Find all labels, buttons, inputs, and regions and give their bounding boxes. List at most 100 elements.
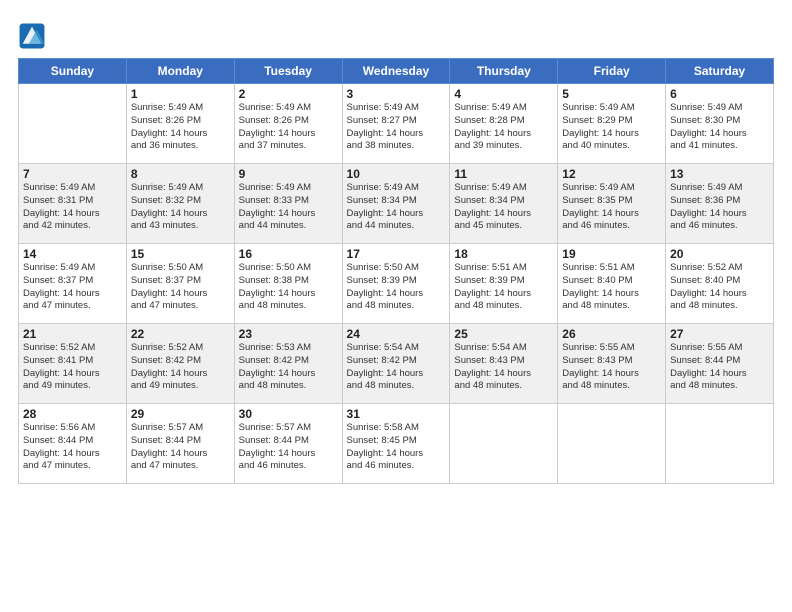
day-info: Sunrise: 5:57 AMSunset: 8:44 PMDaylight:… xyxy=(131,422,230,473)
calendar-day-cell: 16Sunrise: 5:50 AMSunset: 8:38 PMDayligh… xyxy=(234,244,342,324)
day-number: 24 xyxy=(347,327,446,341)
calendar-day-cell: 26Sunrise: 5:55 AMSunset: 8:43 PMDayligh… xyxy=(558,324,666,404)
calendar-day-cell: 3Sunrise: 5:49 AMSunset: 8:27 PMDaylight… xyxy=(342,84,450,164)
day-info: Sunrise: 5:49 AMSunset: 8:27 PMDaylight:… xyxy=(347,102,446,153)
day-number: 20 xyxy=(670,247,769,261)
calendar-week-row: 1Sunrise: 5:49 AMSunset: 8:26 PMDaylight… xyxy=(19,84,774,164)
weekday-header-cell: Tuesday xyxy=(234,59,342,84)
calendar-day-cell: 8Sunrise: 5:49 AMSunset: 8:32 PMDaylight… xyxy=(126,164,234,244)
day-info: Sunrise: 5:49 AMSunset: 8:26 PMDaylight:… xyxy=(131,102,230,153)
calendar-day-cell: 19Sunrise: 5:51 AMSunset: 8:40 PMDayligh… xyxy=(558,244,666,324)
day-number: 30 xyxy=(239,407,338,421)
day-number: 3 xyxy=(347,87,446,101)
day-info: Sunrise: 5:55 AMSunset: 8:43 PMDaylight:… xyxy=(562,342,661,393)
day-info: Sunrise: 5:51 AMSunset: 8:39 PMDaylight:… xyxy=(454,262,553,313)
header xyxy=(18,18,774,50)
day-info: Sunrise: 5:58 AMSunset: 8:45 PMDaylight:… xyxy=(347,422,446,473)
day-info: Sunrise: 5:49 AMSunset: 8:32 PMDaylight:… xyxy=(131,182,230,233)
calendar-week-row: 7Sunrise: 5:49 AMSunset: 8:31 PMDaylight… xyxy=(19,164,774,244)
day-info: Sunrise: 5:54 AMSunset: 8:43 PMDaylight:… xyxy=(454,342,553,393)
day-info: Sunrise: 5:50 AMSunset: 8:39 PMDaylight:… xyxy=(347,262,446,313)
day-number: 2 xyxy=(239,87,338,101)
calendar-day-cell: 25Sunrise: 5:54 AMSunset: 8:43 PMDayligh… xyxy=(450,324,558,404)
day-info: Sunrise: 5:49 AMSunset: 8:28 PMDaylight:… xyxy=(454,102,553,153)
weekday-header-cell: Wednesday xyxy=(342,59,450,84)
calendar-day-cell: 21Sunrise: 5:52 AMSunset: 8:41 PMDayligh… xyxy=(19,324,127,404)
calendar-day-cell: 1Sunrise: 5:49 AMSunset: 8:26 PMDaylight… xyxy=(126,84,234,164)
day-info: Sunrise: 5:56 AMSunset: 8:44 PMDaylight:… xyxy=(23,422,122,473)
calendar-day-cell: 14Sunrise: 5:49 AMSunset: 8:37 PMDayligh… xyxy=(19,244,127,324)
day-number: 10 xyxy=(347,167,446,181)
page: SundayMondayTuesdayWednesdayThursdayFrid… xyxy=(0,0,792,612)
calendar-week-row: 14Sunrise: 5:49 AMSunset: 8:37 PMDayligh… xyxy=(19,244,774,324)
calendar-day-cell: 30Sunrise: 5:57 AMSunset: 8:44 PMDayligh… xyxy=(234,404,342,484)
calendar-empty-cell xyxy=(666,404,774,484)
day-number: 4 xyxy=(454,87,553,101)
day-info: Sunrise: 5:54 AMSunset: 8:42 PMDaylight:… xyxy=(347,342,446,393)
day-number: 22 xyxy=(131,327,230,341)
day-info: Sunrise: 5:49 AMSunset: 8:36 PMDaylight:… xyxy=(670,182,769,233)
day-info: Sunrise: 5:52 AMSunset: 8:41 PMDaylight:… xyxy=(23,342,122,393)
day-number: 26 xyxy=(562,327,661,341)
weekday-header-cell: Monday xyxy=(126,59,234,84)
day-number: 13 xyxy=(670,167,769,181)
day-number: 23 xyxy=(239,327,338,341)
day-number: 8 xyxy=(131,167,230,181)
day-info: Sunrise: 5:49 AMSunset: 8:30 PMDaylight:… xyxy=(670,102,769,153)
day-info: Sunrise: 5:52 AMSunset: 8:40 PMDaylight:… xyxy=(670,262,769,313)
calendar-day-cell: 12Sunrise: 5:49 AMSunset: 8:35 PMDayligh… xyxy=(558,164,666,244)
calendar-day-cell: 2Sunrise: 5:49 AMSunset: 8:26 PMDaylight… xyxy=(234,84,342,164)
calendar-day-cell: 29Sunrise: 5:57 AMSunset: 8:44 PMDayligh… xyxy=(126,404,234,484)
calendar-day-cell: 18Sunrise: 5:51 AMSunset: 8:39 PMDayligh… xyxy=(450,244,558,324)
weekday-header-cell: Thursday xyxy=(450,59,558,84)
calendar-day-cell: 11Sunrise: 5:49 AMSunset: 8:34 PMDayligh… xyxy=(450,164,558,244)
day-number: 9 xyxy=(239,167,338,181)
calendar-day-cell: 4Sunrise: 5:49 AMSunset: 8:28 PMDaylight… xyxy=(450,84,558,164)
day-number: 14 xyxy=(23,247,122,261)
day-number: 19 xyxy=(562,247,661,261)
calendar-day-cell: 20Sunrise: 5:52 AMSunset: 8:40 PMDayligh… xyxy=(666,244,774,324)
day-info: Sunrise: 5:49 AMSunset: 8:26 PMDaylight:… xyxy=(239,102,338,153)
day-info: Sunrise: 5:49 AMSunset: 8:31 PMDaylight:… xyxy=(23,182,122,233)
day-number: 27 xyxy=(670,327,769,341)
day-info: Sunrise: 5:49 AMSunset: 8:29 PMDaylight:… xyxy=(562,102,661,153)
day-number: 5 xyxy=(562,87,661,101)
calendar-empty-cell xyxy=(558,404,666,484)
day-info: Sunrise: 5:49 AMSunset: 8:35 PMDaylight:… xyxy=(562,182,661,233)
day-number: 7 xyxy=(23,167,122,181)
day-info: Sunrise: 5:49 AMSunset: 8:37 PMDaylight:… xyxy=(23,262,122,313)
day-number: 11 xyxy=(454,167,553,181)
logo xyxy=(18,22,50,50)
calendar-day-cell: 24Sunrise: 5:54 AMSunset: 8:42 PMDayligh… xyxy=(342,324,450,404)
day-number: 1 xyxy=(131,87,230,101)
logo-icon xyxy=(18,22,46,50)
day-number: 15 xyxy=(131,247,230,261)
day-number: 16 xyxy=(239,247,338,261)
day-number: 29 xyxy=(131,407,230,421)
calendar-week-row: 28Sunrise: 5:56 AMSunset: 8:44 PMDayligh… xyxy=(19,404,774,484)
day-info: Sunrise: 5:52 AMSunset: 8:42 PMDaylight:… xyxy=(131,342,230,393)
day-number: 21 xyxy=(23,327,122,341)
day-info: Sunrise: 5:49 AMSunset: 8:34 PMDaylight:… xyxy=(454,182,553,233)
calendar-day-cell: 17Sunrise: 5:50 AMSunset: 8:39 PMDayligh… xyxy=(342,244,450,324)
calendar-day-cell: 10Sunrise: 5:49 AMSunset: 8:34 PMDayligh… xyxy=(342,164,450,244)
day-number: 28 xyxy=(23,407,122,421)
calendar-day-cell: 6Sunrise: 5:49 AMSunset: 8:30 PMDaylight… xyxy=(666,84,774,164)
day-info: Sunrise: 5:49 AMSunset: 8:34 PMDaylight:… xyxy=(347,182,446,233)
calendar-day-cell: 15Sunrise: 5:50 AMSunset: 8:37 PMDayligh… xyxy=(126,244,234,324)
day-info: Sunrise: 5:53 AMSunset: 8:42 PMDaylight:… xyxy=(239,342,338,393)
day-info: Sunrise: 5:51 AMSunset: 8:40 PMDaylight:… xyxy=(562,262,661,313)
weekday-header-row: SundayMondayTuesdayWednesdayThursdayFrid… xyxy=(19,59,774,84)
day-number: 25 xyxy=(454,327,553,341)
calendar-day-cell: 9Sunrise: 5:49 AMSunset: 8:33 PMDaylight… xyxy=(234,164,342,244)
weekday-header-cell: Sunday xyxy=(19,59,127,84)
weekday-header-cell: Friday xyxy=(558,59,666,84)
day-number: 17 xyxy=(347,247,446,261)
day-info: Sunrise: 5:50 AMSunset: 8:38 PMDaylight:… xyxy=(239,262,338,313)
day-number: 6 xyxy=(670,87,769,101)
day-number: 31 xyxy=(347,407,446,421)
day-number: 18 xyxy=(454,247,553,261)
day-info: Sunrise: 5:50 AMSunset: 8:37 PMDaylight:… xyxy=(131,262,230,313)
calendar-empty-cell xyxy=(450,404,558,484)
calendar-day-cell: 22Sunrise: 5:52 AMSunset: 8:42 PMDayligh… xyxy=(126,324,234,404)
